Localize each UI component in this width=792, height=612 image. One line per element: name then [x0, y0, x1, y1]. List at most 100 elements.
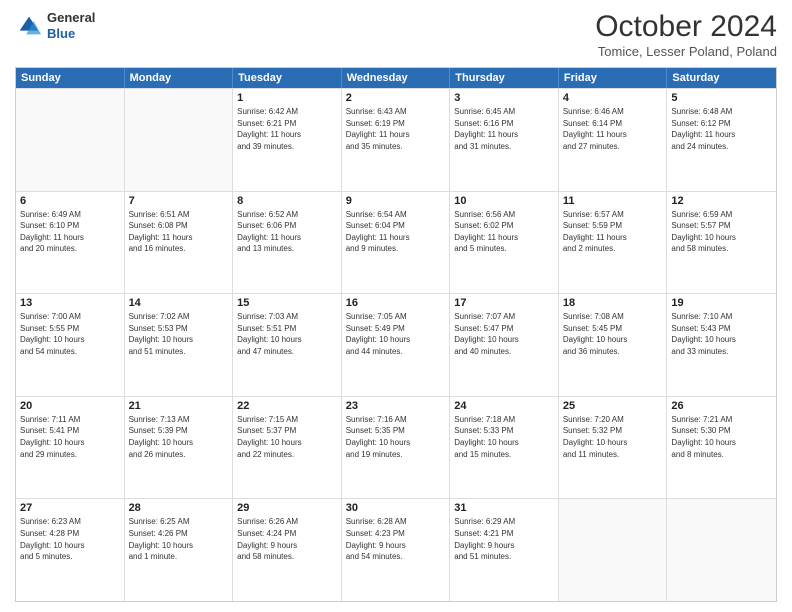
day-cell-9: 9 Sunrise: 6:54 AM Sunset: 6:04 PM Daylig…	[342, 192, 451, 294]
day-number: 10	[454, 195, 554, 207]
day-cell-2: 2 Sunrise: 6:43 AM Sunset: 6:19 PM Daylig…	[342, 89, 451, 191]
day-cell-8: 8 Sunrise: 6:52 AM Sunset: 6:06 PM Daylig…	[233, 192, 342, 294]
day-header-tuesday: Tuesday	[233, 68, 342, 88]
day-cell-12: 12Sunrise: 6:59 AM Sunset: 5:57 PM Dayli…	[667, 192, 776, 294]
day-number: 16	[346, 297, 446, 309]
calendar-week-1: 1 Sunrise: 6:42 AM Sunset: 6:21 PM Daylig…	[16, 88, 776, 191]
day-number: 31	[454, 502, 554, 514]
day-info: Sunrise: 7:10 AM Sunset: 5:43 PM Dayligh…	[671, 311, 772, 357]
day-cell-empty	[125, 89, 234, 191]
day-info: Sunrise: 7:18 AM Sunset: 5:33 PM Dayligh…	[454, 414, 554, 460]
calendar-week-3: 13 Sunrise: 7:00 AM Sunset: 5:55 PM Dayli…	[16, 293, 776, 396]
day-info: Sunrise: 6:23 AM Sunset: 4:28 PM Dayligh…	[20, 516, 120, 562]
day-info: Sunrise: 6:59 AM Sunset: 5:57 PM Dayligh…	[671, 209, 772, 255]
day-number: 28	[129, 502, 229, 514]
day-number: 21	[129, 400, 229, 412]
day-info: Sunrise: 6:48 AM Sunset: 6:12 PM Dayligh…	[671, 106, 772, 152]
day-number: 15	[237, 297, 337, 309]
day-cell-3: 3Sunrise: 6:45 AM Sunset: 6:16 PM Daylig…	[450, 89, 559, 191]
day-info: Sunrise: 7:02 AM Sunset: 5:53 PM Dayligh…	[129, 311, 229, 357]
day-number: 19	[671, 297, 772, 309]
day-number: 9	[346, 195, 446, 207]
day-number: 26	[671, 400, 772, 412]
day-info: Sunrise: 6:29 AM Sunset: 4:21 PM Dayligh…	[454, 516, 554, 562]
day-cell-28: 28Sunrise: 6:25 AM Sunset: 4:26 PM Dayli…	[125, 499, 234, 601]
day-info: Sunrise: 7:16 AM Sunset: 5:35 PM Dayligh…	[346, 414, 446, 460]
day-cell-empty	[559, 499, 668, 601]
month-title: October 2024	[595, 10, 777, 44]
day-header-saturday: Saturday	[667, 68, 776, 88]
day-number: 22	[237, 400, 337, 412]
day-info: Sunrise: 6:57 AM Sunset: 5:59 PM Dayligh…	[563, 209, 663, 255]
page: General Blue October 2024 Tomice, Lesser…	[0, 0, 792, 612]
day-info: Sunrise: 7:11 AM Sunset: 5:41 PM Dayligh…	[20, 414, 120, 460]
day-header-monday: Monday	[125, 68, 234, 88]
logo: General Blue	[15, 10, 95, 41]
day-info: Sunrise: 7:21 AM Sunset: 5:30 PM Dayligh…	[671, 414, 772, 460]
day-info: Sunrise: 6:56 AM Sunset: 6:02 PM Dayligh…	[454, 209, 554, 255]
day-cell-30: 30Sunrise: 6:28 AM Sunset: 4:23 PM Dayli…	[342, 499, 451, 601]
calendar-week-4: 20 Sunrise: 7:11 AM Sunset: 5:41 PM Dayli…	[16, 396, 776, 499]
day-number: 7	[129, 195, 229, 207]
day-cell-31: 31 Sunrise: 6:29 AM Sunset: 4:21 PM Dayli…	[450, 499, 559, 601]
day-info: Sunrise: 7:03 AM Sunset: 5:51 PM Dayligh…	[237, 311, 337, 357]
calendar: SundayMondayTuesdayWednesdayThursdayFrid…	[15, 67, 777, 602]
day-cell-16: 16 Sunrise: 7:05 AM Sunset: 5:49 PM Dayli…	[342, 294, 451, 396]
day-info: Sunrise: 6:49 AM Sunset: 6:10 PM Dayligh…	[20, 209, 120, 255]
day-number: 25	[563, 400, 663, 412]
day-number: 11	[563, 195, 663, 207]
day-info: Sunrise: 6:43 AM Sunset: 6:19 PM Dayligh…	[346, 106, 446, 152]
day-cell-23: 23 Sunrise: 7:16 AM Sunset: 5:35 PM Dayli…	[342, 397, 451, 499]
day-number: 5	[671, 92, 772, 104]
title-block: October 2024 Tomice, Lesser Poland, Pola…	[595, 10, 777, 59]
day-number: 8	[237, 195, 337, 207]
day-number: 6	[20, 195, 120, 207]
day-cell-1: 1 Sunrise: 6:42 AM Sunset: 6:21 PM Daylig…	[233, 89, 342, 191]
day-number: 29	[237, 502, 337, 514]
day-cell-empty	[667, 499, 776, 601]
day-cell-4: 4Sunrise: 6:46 AM Sunset: 6:14 PM Daylig…	[559, 89, 668, 191]
day-cell-empty	[16, 89, 125, 191]
day-cell-17: 17Sunrise: 7:07 AM Sunset: 5:47 PM Dayli…	[450, 294, 559, 396]
day-header-wednesday: Wednesday	[342, 68, 451, 88]
day-cell-11: 11 Sunrise: 6:57 AM Sunset: 5:59 PM Dayli…	[559, 192, 668, 294]
day-cell-24: 24Sunrise: 7:18 AM Sunset: 5:33 PM Dayli…	[450, 397, 559, 499]
day-number: 1	[237, 92, 337, 104]
day-cell-21: 21Sunrise: 7:13 AM Sunset: 5:39 PM Dayli…	[125, 397, 234, 499]
day-number: 14	[129, 297, 229, 309]
calendar-week-2: 6 Sunrise: 6:49 AM Sunset: 6:10 PM Daylig…	[16, 191, 776, 294]
day-number: 23	[346, 400, 446, 412]
day-number: 3	[454, 92, 554, 104]
day-cell-10: 10 Sunrise: 6:56 AM Sunset: 6:02 PM Dayli…	[450, 192, 559, 294]
day-info: Sunrise: 7:05 AM Sunset: 5:49 PM Dayligh…	[346, 311, 446, 357]
day-cell-27: 27 Sunrise: 6:23 AM Sunset: 4:28 PM Dayli…	[16, 499, 125, 601]
day-info: Sunrise: 6:54 AM Sunset: 6:04 PM Dayligh…	[346, 209, 446, 255]
day-cell-22: 22 Sunrise: 7:15 AM Sunset: 5:37 PM Dayli…	[233, 397, 342, 499]
day-number: 27	[20, 502, 120, 514]
day-cell-18: 18Sunrise: 7:08 AM Sunset: 5:45 PM Dayli…	[559, 294, 668, 396]
day-number: 13	[20, 297, 120, 309]
day-info: Sunrise: 7:15 AM Sunset: 5:37 PM Dayligh…	[237, 414, 337, 460]
day-cell-5: 5 Sunrise: 6:48 AM Sunset: 6:12 PM Daylig…	[667, 89, 776, 191]
subtitle: Tomice, Lesser Poland, Poland	[595, 44, 777, 59]
day-header-friday: Friday	[559, 68, 668, 88]
day-cell-29: 29 Sunrise: 6:26 AM Sunset: 4:24 PM Dayli…	[233, 499, 342, 601]
day-cell-6: 6 Sunrise: 6:49 AM Sunset: 6:10 PM Daylig…	[16, 192, 125, 294]
day-cell-20: 20 Sunrise: 7:11 AM Sunset: 5:41 PM Dayli…	[16, 397, 125, 499]
day-number: 20	[20, 400, 120, 412]
day-info: Sunrise: 7:20 AM Sunset: 5:32 PM Dayligh…	[563, 414, 663, 460]
day-number: 2	[346, 92, 446, 104]
day-cell-7: 7 Sunrise: 6:51 AM Sunset: 6:08 PM Daylig…	[125, 192, 234, 294]
day-info: Sunrise: 6:42 AM Sunset: 6:21 PM Dayligh…	[237, 106, 337, 152]
day-header-sunday: Sunday	[16, 68, 125, 88]
logo-general: General	[47, 10, 95, 26]
day-info: Sunrise: 7:07 AM Sunset: 5:47 PM Dayligh…	[454, 311, 554, 357]
logo-text: General Blue	[47, 10, 95, 41]
calendar-header-row: SundayMondayTuesdayWednesdayThursdayFrid…	[16, 68, 776, 88]
day-number: 4	[563, 92, 663, 104]
day-info: Sunrise: 7:00 AM Sunset: 5:55 PM Dayligh…	[20, 311, 120, 357]
day-info: Sunrise: 6:26 AM Sunset: 4:24 PM Dayligh…	[237, 516, 337, 562]
day-info: Sunrise: 6:52 AM Sunset: 6:06 PM Dayligh…	[237, 209, 337, 255]
day-info: Sunrise: 6:28 AM Sunset: 4:23 PM Dayligh…	[346, 516, 446, 562]
day-info: Sunrise: 6:51 AM Sunset: 6:08 PM Dayligh…	[129, 209, 229, 255]
